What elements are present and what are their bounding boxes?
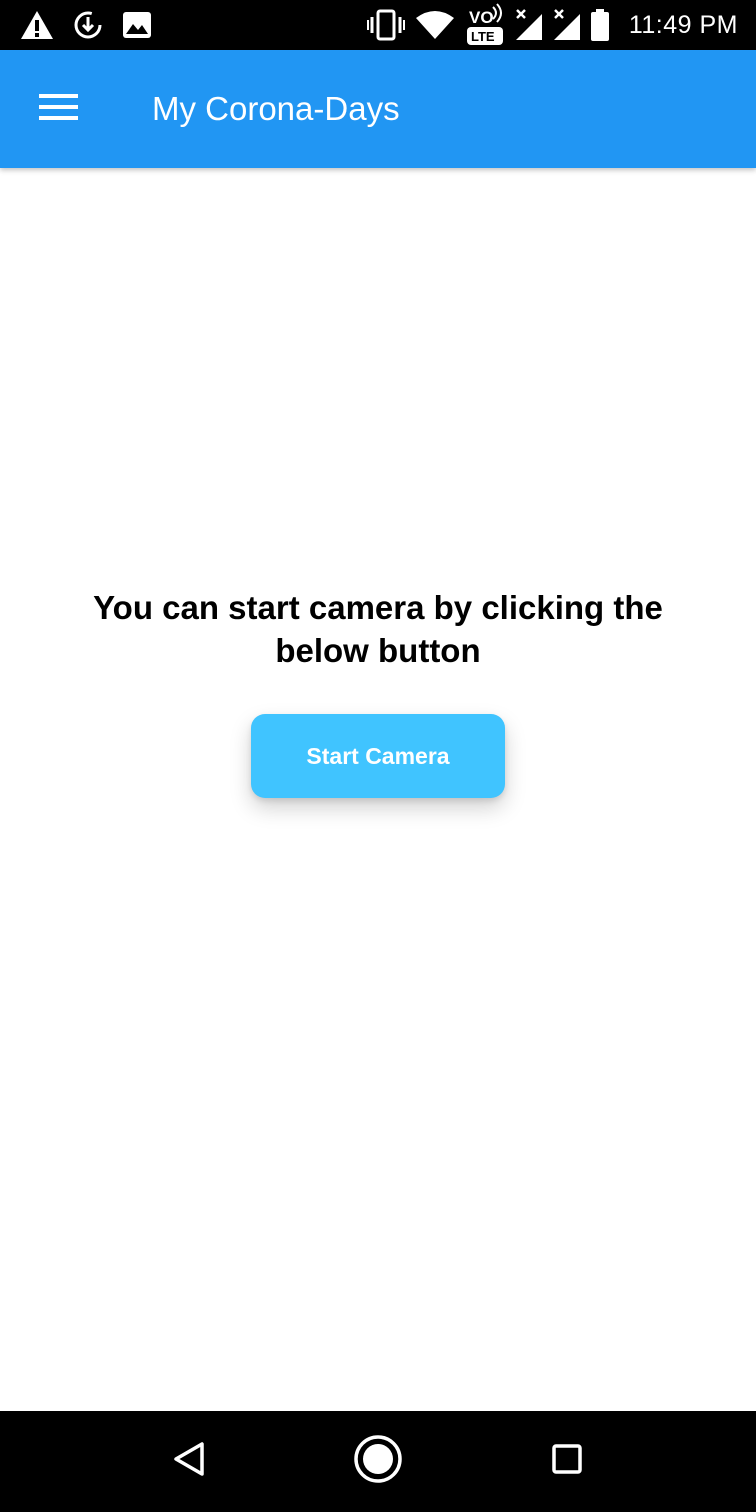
camera-prompt-text: You can start camera by clicking the bel… [93,589,663,669]
start-camera-button[interactable]: Start Camera [251,714,505,798]
volte-lte-icon: VO LTE [465,3,505,47]
menu-button[interactable] [22,82,96,136]
volte-top-text: VO [469,8,494,27]
screen: VO LTE 11:49 PM My Corona-Days You can s… [0,0,756,1512]
warning-icon [20,10,54,40]
page-title: My Corona-Days [152,90,400,127]
status-left-icons [20,0,152,50]
app-bar: My Corona-Days [0,50,756,168]
vibrate-icon [366,9,405,41]
home-button[interactable] [323,1411,433,1512]
sync-download-icon [72,9,104,41]
back-button[interactable] [134,1411,244,1512]
status-bar: VO LTE 11:49 PM [0,0,756,50]
signal-no-data-icon [515,8,543,42]
signal-no-data-icon [553,8,581,42]
status-time: 11:49 PM [628,10,738,39]
back-icon [173,1441,205,1482]
home-icon [353,1434,403,1489]
hamburger-menu-icon [39,93,79,126]
recents-icon [551,1443,583,1480]
status-right-icons: VO LTE 11:49 PM [366,0,738,50]
battery-icon [590,9,609,41]
navigation-bar [0,1411,756,1512]
wifi-icon [415,10,455,40]
volte-bottom-text: LTE [471,29,495,44]
recents-button[interactable] [512,1411,622,1512]
image-icon [122,11,152,39]
